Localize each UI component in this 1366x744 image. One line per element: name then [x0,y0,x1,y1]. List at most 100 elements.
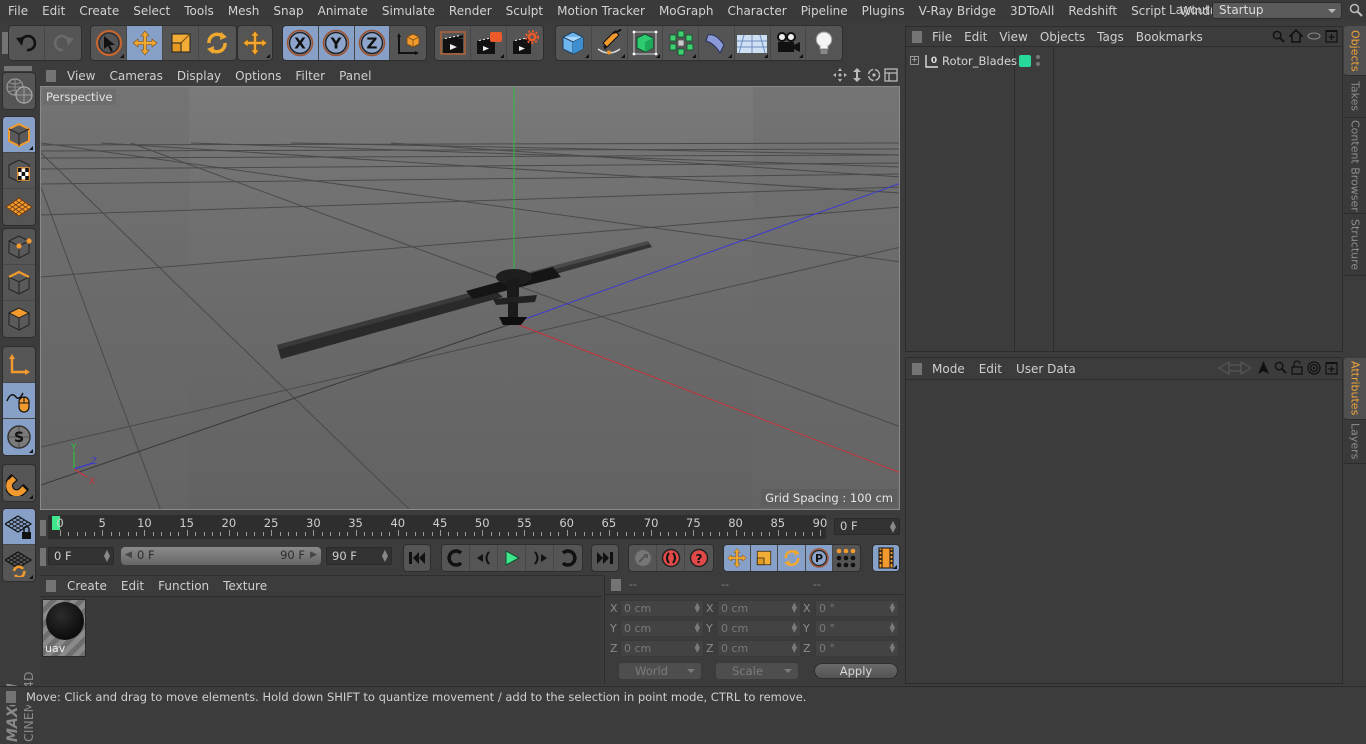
rotate-view-icon[interactable] [867,68,881,82]
frame-range-slider[interactable]: ◀ 0 F 90 F ▶ [121,547,321,565]
size-y-field[interactable]: 0 cm ▲ ▼ [717,620,801,637]
menu-tools[interactable]: Tools [177,4,221,18]
search-icon[interactable] [1274,361,1287,374]
rotate-tool-button[interactable] [199,26,235,60]
material-menu-texture[interactable]: Texture [216,579,274,593]
render-to-picture-viewer-button[interactable] [471,26,507,60]
rotation-key-button[interactable] [778,545,806,571]
history-arrows-icon[interactable] [1217,360,1253,375]
status-grip[interactable] [6,691,16,703]
menu-file[interactable]: File [0,4,35,18]
spinner-icon[interactable]: ▲ ▼ [792,622,797,634]
points-mode-button[interactable] [3,229,35,265]
current-frame-field[interactable]: 0 F ▲ ▼ [834,518,900,535]
rotation-x-field[interactable]: 0 ° ▲ ▼ [815,600,899,617]
lock-workplane-button[interactable] [3,509,35,545]
move-tool-button[interactable] [127,26,163,60]
viewport-menu-cameras[interactable]: Cameras [102,69,169,83]
live-selection-button[interactable] [91,26,127,60]
menu-simulate[interactable]: Simulate [375,4,442,18]
go-to-end-button[interactable] [592,545,618,571]
menu-animate[interactable]: Animate [311,4,375,18]
om-menu-objects[interactable]: Objects [1034,30,1091,44]
tab-content-browser[interactable]: Content Browser [1344,118,1366,214]
menu-snap[interactable]: Snap [266,4,310,18]
size-z-field[interactable]: 0 cm ▲ ▼ [717,640,801,657]
tab-structure[interactable]: Structure [1344,214,1366,276]
expand-icon[interactable]: + [910,56,919,65]
tab-objects[interactable]: Objects [1344,26,1366,76]
spinner-icon[interactable]: ▲ ▼ [792,602,797,614]
spinner-icon[interactable]: ▲ ▼ [382,549,388,563]
rotor-blades-model[interactable] [277,241,652,359]
previous-frame-button[interactable] [470,545,498,571]
menu-sculpt[interactable]: Sculpt [499,4,550,18]
menu-redshift[interactable]: Redshift [1061,4,1124,18]
position-x-field[interactable]: 0 cm ▲ ▼ [620,600,704,617]
play-button[interactable] [498,545,526,571]
am-menu-edit[interactable]: Edit [973,362,1010,376]
next-key-button[interactable] [554,545,582,571]
camera-label[interactable]: Perspective [43,89,116,105]
render-visibility-dot[interactable] [1036,62,1040,66]
menu-select[interactable]: Select [126,4,177,18]
planar-workplane-button[interactable] [3,545,35,581]
menu-edit[interactable]: Edit [35,4,72,18]
axis-mode-button[interactable] [3,347,35,383]
autokey-button[interactable] [657,545,685,571]
spinner-icon[interactable]: ▲ ▼ [890,622,895,634]
timeline-grip[interactable] [40,520,46,536]
menu-render[interactable]: Render [442,4,499,18]
target-icon[interactable] [1307,360,1321,375]
spinner-icon[interactable]: ▲ ▼ [890,520,896,534]
camera-button[interactable] [771,26,807,60]
menu-create[interactable]: Create [72,4,126,18]
transport-grip[interactable] [40,548,46,566]
bend-deformer-button[interactable] [699,26,735,60]
search-icon[interactable] [1349,3,1363,17]
material-menu-create[interactable]: Create [60,579,114,593]
scale-tool-button[interactable] [163,26,199,60]
toggle-view-icon[interactable] [884,68,898,82]
apply-button[interactable]: Apply [814,663,898,679]
polygons-mode-button[interactable] [3,301,35,337]
keyframe-selection-button[interactable]: ? [685,545,713,571]
material-menu-function[interactable]: Function [151,579,216,593]
coordinate-mode-dropdown[interactable]: World [619,663,701,679]
object-row[interactable]: + 0 Rotor_Blades [906,52,1342,70]
cube-button[interactable] [556,26,592,60]
go-to-start-button[interactable] [404,545,430,571]
next-frame-button[interactable] [526,545,554,571]
subdivision-surface-button[interactable] [628,26,664,60]
range-left-arrow-icon[interactable]: ◀ [125,547,132,564]
viewport-menu-view[interactable]: View [60,69,102,83]
size-mode-dropdown[interactable]: Scale [716,663,798,679]
viewport-menu-display[interactable]: Display [170,69,228,83]
spinner-icon[interactable]: ▲ ▼ [890,642,895,654]
solo-mode-button[interactable]: S [3,419,35,455]
viewport-menu-filter[interactable]: Filter [288,69,332,83]
range-right-arrow-icon[interactable]: ▶ [310,547,317,564]
menu-3dtoall[interactable]: 3DToAll [1003,4,1061,18]
palette-grip[interactable] [4,66,32,71]
spinner-icon[interactable]: ▲ ▼ [695,642,700,654]
am-menu-user-data[interactable]: User Data [1010,362,1084,376]
coordinate-system-button[interactable] [390,26,426,60]
new-panel-icon[interactable] [1325,361,1338,375]
om-menu-view[interactable]: View [993,30,1033,44]
recent-move-button[interactable] [238,26,272,60]
render-settings-button[interactable] [507,26,543,60]
point-level-key-button[interactable] [833,545,860,571]
previous-key-button[interactable] [442,545,470,571]
tweak-mode-button[interactable] [3,383,35,419]
spinner-icon[interactable]: ▲ ▼ [104,549,110,563]
position-z-field[interactable]: 0 cm ▲ ▼ [620,640,704,657]
menu-script[interactable]: Script [1124,4,1173,18]
new-panel-icon[interactable] [1325,29,1338,43]
x-axis-lock-button[interactable]: X [283,26,319,60]
om-menu-file[interactable]: File [926,30,958,44]
timeline-ruler[interactable]: 0 5 10 15 20 25 30 35 40 45 50 55 60 65 70 75 80 85 90 [48,515,827,539]
home-icon[interactable] [1289,29,1303,43]
up-arrow-icon[interactable] [1257,360,1270,375]
parameter-key-button[interactable]: P [805,545,833,571]
